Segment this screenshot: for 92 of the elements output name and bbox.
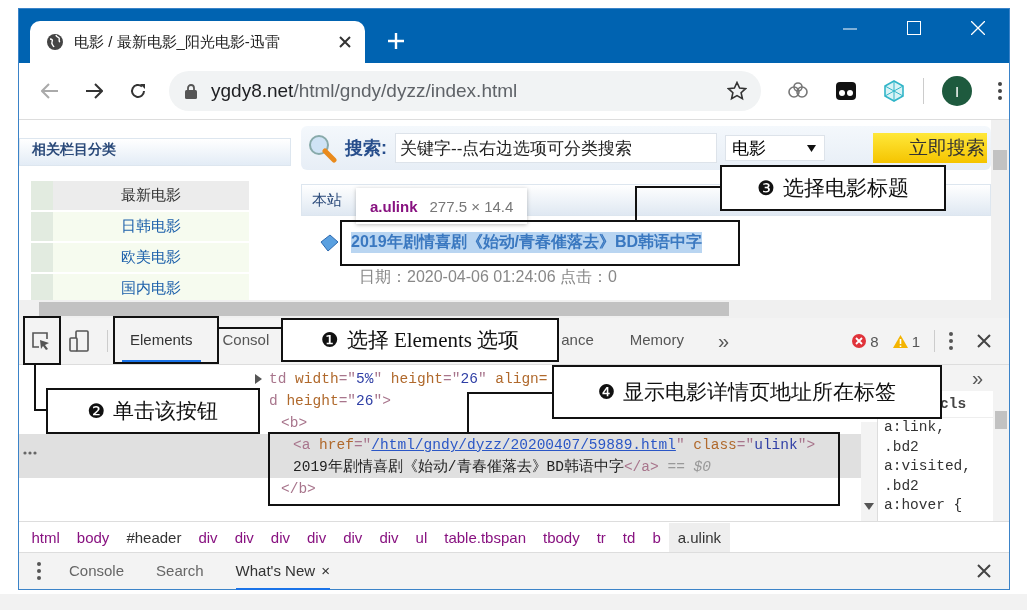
tab-title: 电影 / 最新电影_阳光电影-迅雷 bbox=[74, 32, 281, 52]
style-rule: a:visited, bbox=[883, 457, 972, 476]
section-tab[interactable]: 本站 bbox=[312, 190, 342, 210]
warning-count: 1 bbox=[911, 332, 920, 350]
vertical-scrollbar[interactable] bbox=[993, 391, 1009, 521]
close-tab-button[interactable]: × bbox=[321, 561, 330, 579]
style-rule: .bd2 bbox=[883, 437, 920, 457]
scroll-down-icon[interactable] bbox=[864, 503, 874, 511]
breadcrumb[interactable]: div bbox=[370, 522, 408, 552]
search-field[interactable]: 关键字--点右边选项可分类搜索 bbox=[395, 133, 717, 163]
error-icon bbox=[852, 334, 867, 348]
more-panes[interactable]: » bbox=[971, 366, 983, 390]
dropdown-icon bbox=[807, 144, 816, 152]
breadcrumb[interactable]: ul bbox=[407, 522, 436, 552]
globe-icon bbox=[46, 33, 64, 51]
extension-icon[interactable] bbox=[835, 81, 857, 101]
step-number: ❶ bbox=[320, 328, 339, 352]
drawer-tab[interactable]: Console bbox=[69, 552, 125, 590]
more-tabs[interactable]: » bbox=[717, 329, 730, 353]
breadcrumb[interactable]: table.tbspan bbox=[435, 522, 535, 552]
breadcrumb[interactable]: div bbox=[226, 522, 263, 552]
breadcrumb[interactable]: tr bbox=[588, 522, 615, 552]
error-count: 8 bbox=[870, 332, 879, 350]
search-button[interactable]: 立即搜索 bbox=[873, 133, 987, 163]
breadcrumb[interactable]: div bbox=[262, 522, 299, 552]
menu-icon[interactable] bbox=[998, 82, 1002, 100]
code-line[interactable]: <b> bbox=[281, 412, 308, 434]
search-icon bbox=[307, 133, 337, 163]
close-icon[interactable] bbox=[977, 564, 991, 578]
vertical-scrollbar[interactable] bbox=[861, 422, 877, 521]
close-icon[interactable] bbox=[339, 36, 351, 48]
vertical-scrollbar[interactable] bbox=[991, 120, 1009, 300]
movie-meta: 日期：2020-04-06 01:24:06 点击：0 bbox=[358, 267, 618, 287]
step-number: ❷ bbox=[87, 399, 106, 423]
lock-icon bbox=[185, 83, 197, 99]
code-line[interactable]: <a href="/html/gndy/dyzz/20200407/59889.html" class="ulink"> bbox=[293, 434, 816, 456]
code-line[interactable]: 2019年剧情喜剧《始动/青春催落去》BD韩语中字</a> == $0 bbox=[293, 456, 711, 478]
sidebar-cell bbox=[31, 243, 53, 272]
search-label: 搜索: bbox=[345, 137, 387, 160]
callout-text: 选择 Elements 选项 bbox=[346, 327, 520, 354]
category-select[interactable]: 电影 bbox=[725, 135, 825, 161]
profile-avatar[interactable]: I bbox=[942, 76, 972, 106]
breadcrumb[interactable]: html bbox=[23, 522, 69, 552]
sidebar-item[interactable]: 最新电影 bbox=[53, 181, 249, 210]
close-icon[interactable] bbox=[977, 334, 991, 348]
callout-text: 选择电影标题 bbox=[782, 175, 909, 202]
reload-icon[interactable] bbox=[129, 82, 147, 100]
horizontal-scrollbar[interactable] bbox=[19, 300, 1009, 318]
menu-icon[interactable] bbox=[949, 332, 953, 350]
breadcrumb[interactable]: a.ulink bbox=[669, 522, 730, 552]
selection-highlight[interactable]: <a href="/html/gndy/dyzz/20200407/59889.html" class="ulink"> 2019年剧情喜剧《始动/青春催落去》BD韩语中字</a> == $0 bbox=[19, 434, 861, 478]
code-line[interactable]: d height="26"> bbox=[269, 390, 391, 412]
diamond-icon bbox=[319, 233, 339, 252]
code-line[interactable]: </b> bbox=[281, 478, 316, 500]
callout-text: 单击该按钮 bbox=[113, 398, 219, 425]
breadcrumb[interactable]: div bbox=[334, 522, 371, 552]
step-number: ❹ bbox=[597, 380, 616, 404]
star-icon[interactable] bbox=[727, 81, 747, 101]
maximize-icon[interactable] bbox=[907, 21, 921, 35]
devtools-tab[interactable]: Consol bbox=[214, 319, 278, 363]
element-tooltip: a.ulink 277.5 × 14.4 bbox=[356, 188, 528, 224]
breadcrumb[interactable]: body bbox=[68, 522, 118, 552]
drawer-tab[interactable]: What's New × bbox=[235, 552, 330, 590]
sidebar-item[interactable]: 欧美电影 bbox=[53, 243, 249, 272]
breadcrumb[interactable]: #header bbox=[117, 522, 190, 552]
breadcrumb[interactable]: td bbox=[614, 522, 644, 552]
forward-icon[interactable] bbox=[85, 83, 103, 99]
menu-icon[interactable] bbox=[37, 562, 41, 580]
inspect-icon[interactable] bbox=[31, 331, 51, 351]
sidebar-cell bbox=[31, 181, 53, 210]
step-number: ❸ bbox=[757, 176, 775, 200]
sidebar-cell bbox=[31, 212, 53, 241]
address-bar[interactable]: ygdy8.net/html/gndy/dyzz/index.html bbox=[169, 71, 761, 111]
sidebar-heading: 相关栏目分类 bbox=[19, 138, 291, 166]
device-icon[interactable] bbox=[69, 330, 89, 352]
devtools-tab[interactable]: ance bbox=[557, 319, 602, 363]
style-rule: a:hover { bbox=[883, 496, 964, 515]
sidebar-item[interactable]: 日韩电影 bbox=[53, 212, 249, 241]
new-tab-icon[interactable] bbox=[388, 33, 404, 49]
breadcrumb[interactable]: b bbox=[643, 522, 670, 552]
breadcrumb[interactable]: div bbox=[189, 522, 227, 552]
style-rule: .bd2 bbox=[883, 476, 920, 496]
browser-tab[interactable]: 电影 / 最新电影_阳光电影-迅雷 bbox=[30, 21, 365, 63]
highlight-frame bbox=[23, 316, 61, 365]
devtools-tab[interactable]: Elements bbox=[122, 319, 201, 363]
devtools-tab[interactable]: Memory bbox=[621, 319, 692, 363]
warning-icon bbox=[892, 334, 908, 348]
breadcrumb[interactable]: tbody bbox=[534, 522, 589, 552]
style-rule: a:link, bbox=[883, 418, 946, 437]
callout-text: 显示电影详情页地址所在标签 bbox=[623, 379, 897, 406]
drawer-tab[interactable]: Search bbox=[156, 552, 204, 590]
breadcrumb[interactable]: div bbox=[298, 522, 335, 552]
